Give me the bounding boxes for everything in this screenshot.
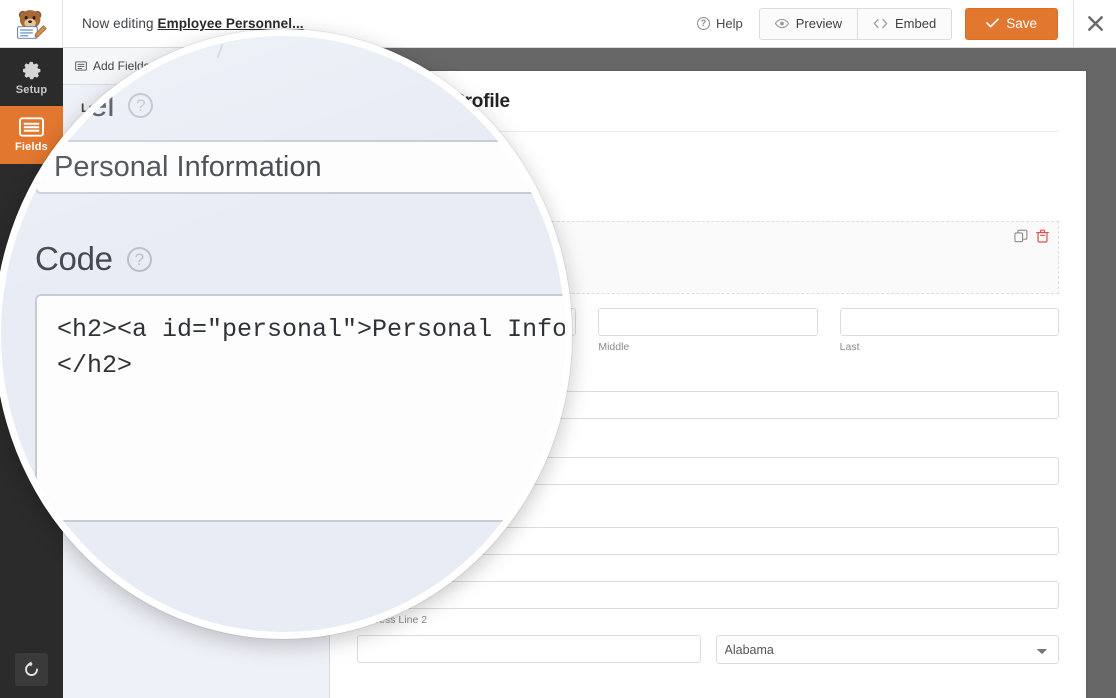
magnified-code-caption-text: Code [35,240,113,277]
name-last-group: Last [839,308,1059,353]
question-mark-icon: ? [697,17,711,30]
now-editing-prefix: Now editing [82,16,154,31]
magnifier-lens: Label ? Personal Information Code ? <h2>… [0,29,572,639]
close-builder-button[interactable] [1073,0,1116,47]
magnified-label-help-icon[interactable]: ? [128,92,154,118]
magnified-label-input[interactable]: Personal Information [35,140,565,194]
lens-tick-mark [216,44,224,58]
trash-icon[interactable] [1036,229,1049,243]
magnifier-content: Label ? Personal Information Code ? <h2>… [35,86,565,522]
add-fields-icon [75,61,87,71]
magnified-label-caption: Label ? [35,86,565,124]
top-toolbar: Now editing Employee Personnel... ? Help… [0,0,1116,48]
name-middle-input[interactable] [598,308,818,336]
code-brackets-icon [873,18,888,29]
address-city-state-row: Alabama [357,635,1059,664]
form-builder-app: Now editing Employee Personnel... ? Help… [0,0,1116,698]
address-city-group [357,635,701,664]
preview-button[interactable]: Preview [758,7,859,40]
address-line2-sublabel: Address Line 2 [357,614,428,626]
save-button[interactable]: Save [965,7,1058,40]
magnified-label-caption-text: Label [35,86,115,123]
name-middle-sublabel: Middle [598,341,630,353]
duplicate-icon[interactable] [1014,229,1028,243]
address-line2-input[interactable] [357,581,1059,609]
save-button-label: Save [1006,16,1037,31]
address-state-select[interactable]: Alabama [715,635,1059,664]
preview-embed-group: Preview Embed [758,7,953,40]
embed-button[interactable]: Embed [858,7,953,40]
checkmark-icon [986,16,1000,31]
top-toolbar-actions: ? Help Preview Embed Save [681,0,1116,47]
wpforms-logo [0,0,63,47]
undo-history-icon [25,661,38,676]
magnified-code-textarea[interactable]: <h2><a id="personal">Personal Inform </h… [35,294,565,522]
magnified-code-help-icon[interactable]: ? [126,246,152,272]
name-last-input[interactable] [839,308,1059,336]
name-last-sublabel: Last [839,341,860,353]
field-actions [1014,229,1049,243]
mascot-icon [17,9,47,39]
close-icon [1087,16,1103,31]
gear-icon [23,61,41,79]
eye-icon [774,18,789,29]
preview-button-label: Preview [795,16,843,31]
name-middle-group: Middle [598,308,818,353]
revisions-undo-button[interactable] [15,653,48,686]
address-city-input[interactable] [357,635,701,663]
help-button-label: Help [716,16,743,31]
address-state-group: Alabama [715,635,1059,664]
magnified-code-caption: Code ? [35,240,565,278]
help-button[interactable]: ? Help [681,16,759,31]
embed-button-label: Embed [895,16,937,31]
